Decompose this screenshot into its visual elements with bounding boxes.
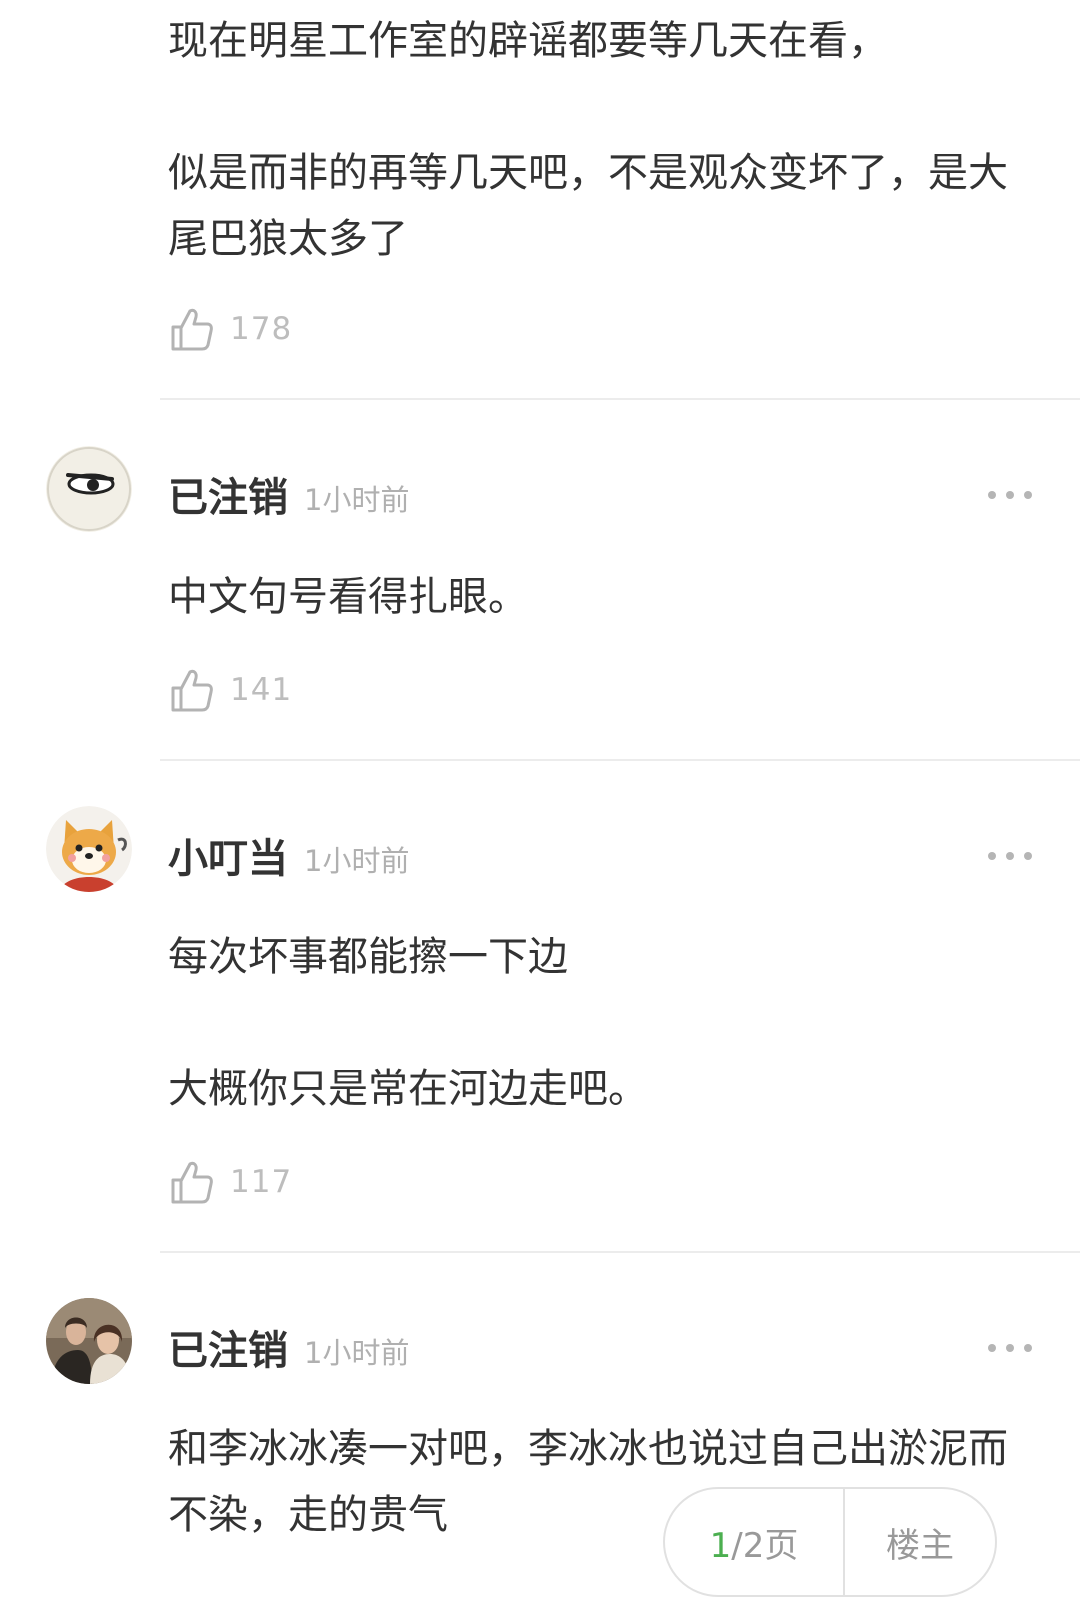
like-count: 117 [230, 1164, 293, 1200]
like-button[interactable]: 178 [170, 306, 292, 352]
more-icon[interactable] [988, 848, 1032, 864]
avatar-shiba-dog [46, 806, 132, 892]
comment-text: 中文句号看得扎眼。 [168, 574, 528, 620]
avatar-couple-photo [46, 1298, 132, 1384]
like-button[interactable]: 117 [170, 1159, 292, 1205]
divider [160, 1251, 1080, 1253]
op-only-button[interactable]: 楼主 [845, 1518, 995, 1567]
comment-text: 大概你只是常在河边走吧。 [168, 1066, 648, 1112]
thumbs-up-icon [171, 1161, 213, 1204]
page-indicator-button[interactable]: 1/2页 [665, 1518, 843, 1567]
comment-text: 现在明星工作室的辟谣都要等几天在看， [168, 18, 888, 64]
like-count: 141 [230, 672, 293, 708]
timestamp: 1小时前 [304, 844, 410, 878]
avatar[interactable] [46, 1298, 132, 1384]
like-button[interactable]: 141 [170, 667, 292, 713]
divider [160, 398, 1080, 400]
thumbs-up-icon [171, 308, 213, 351]
divider [160, 759, 1080, 761]
timestamp: 1小时前 [304, 1336, 410, 1370]
like-count: 178 [230, 311, 293, 347]
current-page: 1 [709, 1525, 732, 1566]
comment-text: 似是而非的再等几天吧，不是观众变坏了，是大尾巴狼太多了 [168, 150, 1008, 262]
more-icon[interactable] [988, 487, 1032, 503]
avatar-eye-cartoon [46, 446, 132, 532]
more-icon[interactable] [988, 1340, 1032, 1356]
avatar[interactable] [46, 806, 132, 892]
avatar[interactable] [46, 446, 132, 532]
timestamp: 1小时前 [304, 483, 410, 517]
username[interactable]: 已注销 [168, 474, 288, 522]
comment-text: 每次坏事都能擦一下边 [168, 934, 568, 980]
username[interactable]: 小叮当 [168, 835, 288, 883]
page-pager: 1/2页 楼主 [663, 1487, 997, 1597]
thumbs-up-icon [171, 669, 213, 712]
username[interactable]: 已注销 [168, 1327, 288, 1375]
total-pages: /2页 [731, 1525, 799, 1566]
